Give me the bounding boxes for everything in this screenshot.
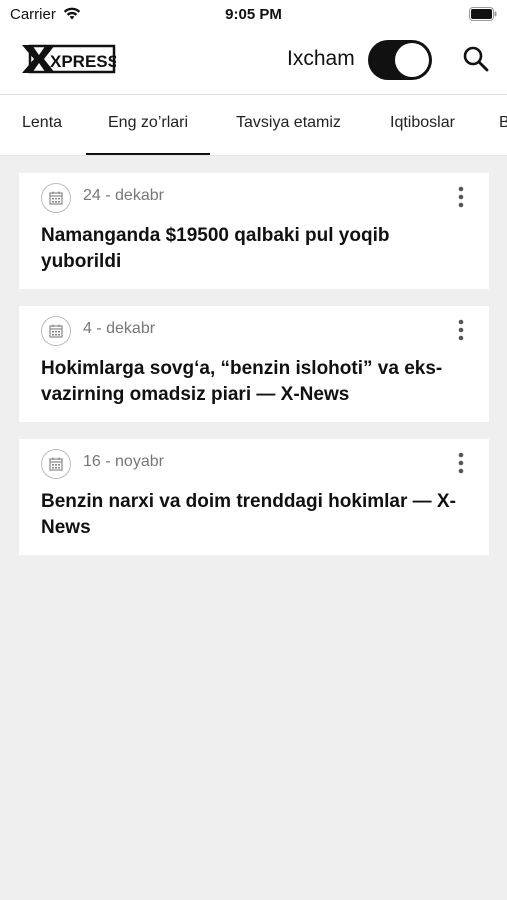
article-title[interactable]: Hokimlarga sovg‘a, “benzin islohoti” va … bbox=[41, 356, 471, 408]
article-card[interactable]: 16 - noyabr Benzin narxi va doim trendda… bbox=[19, 439, 489, 555]
compact-mode-label: Ixcham bbox=[287, 47, 355, 70]
calendar-icon bbox=[41, 316, 71, 346]
xpress-logo[interactable]: XPRESS bbox=[20, 43, 116, 75]
svg-text:XPRESS: XPRESS bbox=[50, 52, 116, 71]
more-options-icon[interactable] bbox=[452, 451, 470, 475]
article-date: 16 - noyabr bbox=[83, 453, 164, 470]
tab-tavsiya-etamiz[interactable]: Tavsiya etamiz bbox=[236, 95, 341, 155]
tab-partial[interactable]: B bbox=[499, 95, 507, 155]
category-tabs: Lenta Eng zo’rlari Tavsiya etamiz Iqtibo… bbox=[0, 94, 507, 156]
app-header: XPRESS Ixcham bbox=[0, 28, 507, 94]
calendar-icon bbox=[41, 183, 71, 213]
tab-lenta[interactable]: Lenta bbox=[22, 95, 62, 155]
article-card[interactable]: 24 - dekabr Namanganda $19500 qalbaki pu… bbox=[19, 173, 489, 289]
status-bar: Carrier 9:05 PM bbox=[0, 0, 507, 28]
search-icon[interactable] bbox=[462, 45, 490, 73]
more-options-icon[interactable] bbox=[452, 185, 470, 209]
article-title[interactable]: Namanganda $19500 qalbaki pul yoqib yubo… bbox=[41, 223, 471, 275]
article-title[interactable]: Benzin narxi va doim trenddagi hokimlar … bbox=[41, 489, 471, 541]
article-card[interactable]: 4 - dekabr Hokimlarga sovg‘a, “benzin is… bbox=[19, 306, 489, 422]
compact-mode-toggle[interactable] bbox=[368, 40, 432, 80]
tab-eng-zorlari[interactable]: Eng zo’rlari bbox=[85, 95, 211, 155]
tab-iqtiboslar[interactable]: Iqtiboslar bbox=[390, 95, 455, 155]
article-date: 24 - dekabr bbox=[83, 187, 164, 204]
clock: 9:05 PM bbox=[225, 6, 282, 23]
battery-icon bbox=[469, 7, 497, 21]
calendar-icon bbox=[41, 449, 71, 479]
more-options-icon[interactable] bbox=[452, 318, 470, 342]
toggle-knob bbox=[395, 43, 429, 77]
article-date: 4 - dekabr bbox=[83, 320, 156, 337]
